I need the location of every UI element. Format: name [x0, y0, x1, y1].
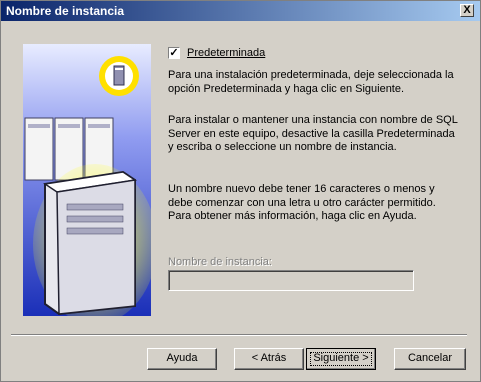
next-button-label: Siguiente >	[313, 352, 369, 364]
close-icon: X	[463, 4, 471, 16]
window-title: Nombre de instancia	[6, 4, 125, 18]
back-button[interactable]: < Atrás	[234, 348, 304, 370]
default-checkbox-label[interactable]: Predeterminada	[187, 47, 265, 60]
next-button[interactable]: Siguiente >	[306, 348, 376, 370]
instructions-name-rules: Un nombre nuevo debe tener 16 caracteres…	[168, 183, 436, 222]
instructions-named-instance: Para instalar o mantener una instancia c…	[168, 114, 458, 153]
checkmark-icon: ✓	[169, 47, 179, 59]
close-button[interactable]: X	[460, 4, 474, 17]
default-checkbox[interactable]: ✓	[168, 47, 180, 59]
instance-name-input[interactable]	[168, 270, 414, 291]
cancel-button[interactable]: Cancelar	[394, 348, 466, 370]
default-checkbox-label-text: Predeterminada	[187, 47, 266, 59]
dialog-window: Nombre de instancia X ✓ Predeterminada P…	[0, 0, 481, 382]
instructions-default: Para una instalación predeterminada, dej…	[168, 69, 454, 95]
help-button[interactable]: Ayuda	[147, 348, 217, 370]
instance-name-label: Nombre de instancia:	[168, 256, 272, 268]
servers-illustration	[23, 44, 151, 316]
button-divider	[11, 334, 467, 336]
title-bar[interactable]: Nombre de instancia X	[1, 1, 480, 21]
